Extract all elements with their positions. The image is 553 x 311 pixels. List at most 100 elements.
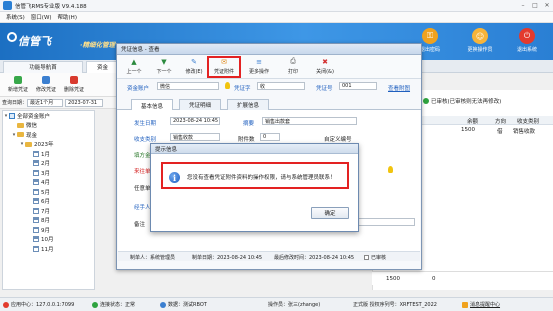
tree-root-label: 全部资金账户 [17, 113, 51, 120]
calendar-icon [33, 150, 39, 157]
menu-help[interactable]: 帮助(H) [58, 13, 77, 21]
edit-button[interactable]: ✎ 修改(E) [179, 57, 209, 76]
query-date-input[interactable]: 2023-07-31 [65, 98, 104, 107]
brand-logo-icon [7, 32, 17, 42]
dialog-message: 您没有查看凭证附件资料的操作权限，请与系统管理员联系！ [187, 175, 336, 181]
tree-month[interactable]: 10月 [3, 235, 94, 245]
tree-month[interactable]: 3月 [3, 168, 94, 178]
delete-voucher-label: 删除凭证 [63, 87, 84, 93]
view-attachment-link[interactable]: 查看附图 [388, 84, 410, 92]
close-window-button[interactable]: ✕ [541, 2, 553, 9]
minimize-button[interactable]: – [517, 2, 529, 9]
next-button[interactable]: ▼ 下一个 [149, 57, 179, 76]
custom-number-label: 自定义编号 [324, 137, 352, 143]
brand-name: 信管飞 [18, 35, 51, 48]
tab-voucher-detail[interactable]: 凭证明细 [179, 99, 221, 110]
more-icon: ≡ [256, 57, 262, 66]
checkbox-icon [364, 255, 369, 260]
attachment-count-input[interactable]: 0 [260, 133, 280, 141]
header-balance: 余额 [467, 119, 479, 125]
summary-input[interactable]: 销售出款套 [262, 117, 357, 125]
tree-month[interactable]: 2月 [3, 159, 94, 169]
dialog-title: 提示信息 [155, 146, 178, 153]
prev-button[interactable]: ▲ 上一个 [119, 57, 149, 76]
app-center-status: 应用中心：127.0.0.1:7099 [3, 301, 74, 308]
handler-label: 经手人 [134, 205, 151, 211]
tab-funds-label: 资金 [97, 65, 109, 71]
calendar-icon [33, 217, 39, 224]
delete-voucher-button[interactable]: 删除凭证 [60, 76, 88, 93]
tree-node-year-label: 2023年 [34, 142, 54, 149]
users-icon: ☺ [472, 28, 488, 44]
calendar-icon [33, 207, 39, 214]
approved-legend: 已审核(已审核则无法再修改) [423, 97, 501, 105]
tree-month[interactable]: 9月 [3, 225, 94, 235]
calendar-icon [33, 179, 39, 186]
category-label: 收支类别 [134, 137, 157, 143]
tree-node-cash[interactable]: ▾ 现金 [3, 130, 94, 140]
tree-month[interactable]: 1月 [3, 149, 94, 159]
voucher-no-value: 001 [342, 83, 352, 89]
exit-password-label: 退出密码 [419, 47, 440, 53]
menu-bar: 系统(S) 窗口(W) 帮助(H) [0, 12, 553, 23]
tree-month-label: 5月 [41, 189, 50, 196]
switch-operator-button[interactable]: ☺ 更换操作员 [462, 25, 498, 59]
tab-extended-info[interactable]: 扩展信息 [227, 99, 269, 110]
message-center-label: 消息提醒中心 [470, 302, 501, 308]
maximize-button[interactable]: □ [529, 2, 541, 9]
new-voucher-button[interactable]: 新增凭证 [4, 76, 32, 93]
ok-button[interactable]: 确定 [311, 207, 349, 219]
edit-label: 修改(E) [185, 69, 203, 75]
row-direction: 借 [497, 129, 503, 135]
tree-month[interactable]: 6月 [3, 197, 94, 207]
more-actions-label: 更多操作 [248, 69, 269, 75]
tab-navigation[interactable]: 功能导航首 [3, 60, 83, 73]
info-icon: i [169, 172, 180, 183]
tree-node-cash-label: 现金 [26, 132, 38, 139]
voucher-footer: 制单人：系统管理员 制单日期：2023-08-24 10:45 最后修改时间：2… [118, 251, 420, 261]
approved-icon [423, 98, 429, 104]
tree-month[interactable]: 7月 [3, 206, 94, 216]
exit-system-button[interactable]: ⏻ 退出系统 [509, 25, 545, 59]
folder-icon [17, 132, 24, 138]
voucher-tabs: 基本信息 凭证明细 扩展信息 [117, 98, 421, 111]
tree-month[interactable]: 4月 [3, 178, 94, 188]
status-bar: 应用中心：127.0.0.1:7099 连接状态：正常 数据：测试RBOT 操作… [0, 297, 553, 311]
more-actions-button[interactable]: ≡ 更多操作 [244, 57, 274, 76]
query-range-value: 最近1个月 [30, 100, 54, 106]
tree-node-year[interactable]: ▾ 2023年 [3, 140, 94, 150]
total-zero: 0 [432, 276, 436, 282]
summary-label: 摘要 [243, 121, 255, 127]
bell-icon [462, 301, 468, 308]
calendar-icon [33, 226, 39, 233]
business-label: 任意单 [134, 186, 151, 192]
tree-month[interactable]: 11月 [3, 244, 94, 254]
header-direction: 方向 [495, 119, 507, 125]
menu-system[interactable]: 系统(S) [6, 13, 25, 21]
tree-month[interactable]: 8月 [3, 216, 94, 226]
lightbulb-icon [388, 166, 393, 173]
query-range-select[interactable]: 最近1个月 [27, 98, 64, 107]
account-select[interactable]: 微信 [157, 82, 219, 90]
date-input[interactable]: 2023-08-24 10:45 [170, 117, 220, 125]
created-date-text: 制单日期：2023-08-24 10:45 [192, 255, 263, 261]
tree-month-label: 10月 [41, 237, 54, 244]
close-button[interactable]: ✖ 关闭(&) [310, 57, 340, 76]
print-button[interactable]: ⎙ 打印 [278, 57, 308, 75]
data-source-text: 数据：测试RBOT [168, 302, 207, 308]
database-icon [160, 301, 166, 308]
tree-root[interactable]: ▾ 全部资金账户 [3, 111, 94, 121]
tree-month-label: 3月 [41, 170, 50, 177]
edit-voucher-button[interactable]: 修改凭证 [32, 76, 60, 93]
arrow-up-icon: ▲ [131, 57, 137, 66]
tree-node-wechat[interactable]: 微信 [3, 121, 94, 131]
voucher-no-input[interactable]: 001 [339, 82, 377, 90]
app-center-text: 应用中心：127.0.0.1:7099 [11, 302, 75, 308]
query-bar: 查询日期： 最近1个月 2023-07-31 [0, 97, 125, 109]
message-center-button[interactable]: 消息提醒中心 [462, 301, 500, 308]
exit-icon: ⏻ [519, 28, 535, 44]
category-input[interactable]: 销售收款 [170, 133, 220, 141]
voucher-word-select[interactable]: 收 [257, 82, 305, 90]
menu-window[interactable]: 窗口(W) [31, 13, 52, 21]
tree-month[interactable]: 5月 [3, 187, 94, 197]
